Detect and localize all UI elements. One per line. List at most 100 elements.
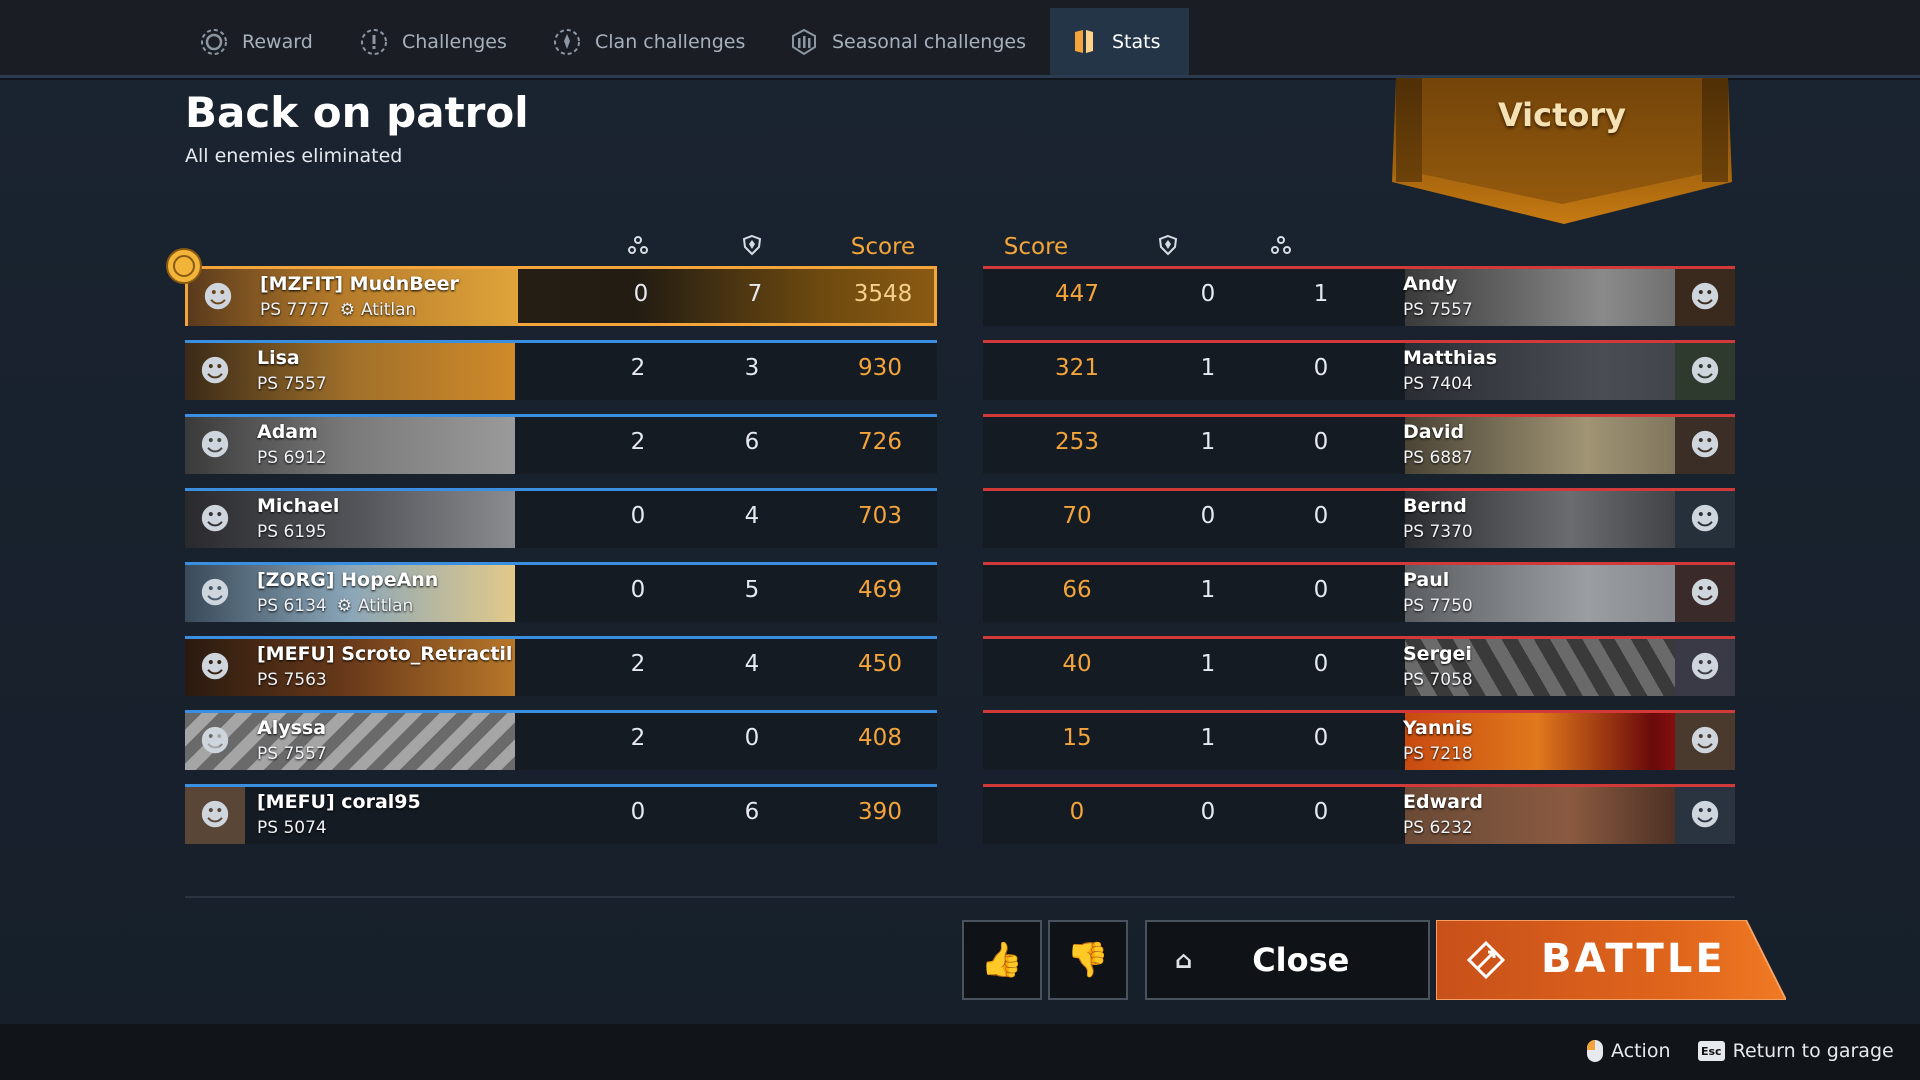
enemy-player-row[interactable]: ☻ 0 0 0 Edward PS 6232 <box>983 784 1735 844</box>
player-name: Edward <box>1403 791 1483 813</box>
kills-value: 0 <box>630 503 646 529</box>
player-rating: PS 7058 <box>1403 670 1473 690</box>
ally-player-row[interactable]: ☻ [MZFIT] MudnBeer PS 7777 ⚙ Atitlan 0 7 3… <box>185 266 937 326</box>
assists-value: 4 <box>744 651 760 677</box>
assists-value: 5 <box>744 577 760 603</box>
tab-challenges[interactable]: Challenges <box>340 8 525 75</box>
enemy-player-row[interactable]: ☻ 321 1 0 Matthias PS 7404 <box>983 340 1735 400</box>
enemy-player-row[interactable]: ☻ 66 1 0 Paul PS 7750 <box>983 562 1735 622</box>
score-value: 469 <box>858 577 902 603</box>
victory-banner: Victory <box>1390 78 1734 224</box>
score-header: Score <box>850 234 916 260</box>
thumbs-up-icon: 👍 <box>980 940 1024 980</box>
shield-icon <box>1128 234 1208 264</box>
player-rating: PS 7557 <box>1403 300 1473 320</box>
enemy-player-row[interactable]: ☻ 253 1 0 David PS 6887 <box>983 414 1735 474</box>
like-button[interactable]: 👍 <box>962 920 1042 1000</box>
return-label: Return to garage <box>1732 1040 1894 1062</box>
kills-value: 2 <box>630 355 646 381</box>
assists-value: 4 <box>744 503 760 529</box>
score-value: 450 <box>858 651 902 677</box>
dislike-button[interactable]: 👎 <box>1048 920 1128 1000</box>
gear-icon: ⚙ <box>339 300 355 320</box>
assists-value: 0 <box>744 725 760 751</box>
player-name: [MEFU] coral95 <box>257 791 421 813</box>
enemy-player-row[interactable]: ☻ 15 1 0 Yannis PS 7218 <box>983 710 1735 770</box>
player-name: Adam <box>257 421 318 443</box>
player-name: [MEFU] Scroto_Retractil <box>257 643 513 665</box>
ally-player-row[interactable]: ☻ Adam PS 6912 2 6 726 <box>185 414 937 474</box>
player-rating: PS 6195 <box>257 522 327 542</box>
player-name: Michael <box>257 495 340 517</box>
tab-clan-challenges[interactable]: Clan challenges <box>533 8 763 75</box>
thumbs-down-icon: 👎 <box>1066 940 1110 980</box>
score-value: 40 <box>1062 651 1092 677</box>
player-name: [ZORG] HopeAnn <box>257 569 439 591</box>
close-label: Close <box>1252 941 1350 979</box>
ally-player-row[interactable]: ☻ [MEFU] coral95 PS 5074 0 6 390 <box>185 784 937 844</box>
score-value: 408 <box>858 725 902 751</box>
close-button[interactable]: ⌂ Close <box>1145 920 1430 1000</box>
score-value: 703 <box>858 503 902 529</box>
score-value: 0 <box>1069 799 1085 825</box>
avatar: ☻ <box>199 576 231 611</box>
tab-stats[interactable]: Stats <box>1050 8 1189 75</box>
ally-player-row[interactable]: ☻ [MEFU] Scroto_Retractil PS 7563 2 4 45… <box>185 636 937 696</box>
score-value: 66 <box>1062 577 1092 603</box>
enemy-player-row[interactable]: ☻ 40 1 0 Sergei PS 7058 <box>983 636 1735 696</box>
page-title: Back on patrol <box>185 88 529 137</box>
action-hint[interactable]: Action <box>1587 1040 1671 1062</box>
kills-value: 0 <box>1313 651 1329 677</box>
avatar: ☻ <box>1675 491 1735 548</box>
player-name: Paul <box>1403 569 1450 591</box>
ally-player-row[interactable]: ☻ Alyssa PS 7557 2 0 408 <box>185 710 937 770</box>
kills-value: 0 <box>1313 429 1329 455</box>
kills-icon <box>1241 234 1321 264</box>
footer-hints: Action Esc Return to garage <box>0 1024 1920 1080</box>
clan-name: Atitlan <box>357 596 414 616</box>
player-name: [MZFIT] MudnBeer <box>260 273 459 295</box>
kills-value: 0 <box>1313 799 1329 825</box>
kills-value: 0 <box>1313 355 1329 381</box>
assists-value: 6 <box>744 429 760 455</box>
tab-label: Seasonal challenges <box>832 30 1026 53</box>
player-rating: PS 6912 <box>257 448 327 468</box>
avatar: ☻ <box>1675 269 1735 326</box>
assists-value: 0 <box>1200 281 1216 307</box>
enemy-player-row[interactable]: ☻ 447 0 1 Andy PS 7557 <box>983 266 1735 326</box>
player-name: Matthias <box>1403 347 1498 369</box>
challenges-icon <box>358 26 390 58</box>
assists-value: 0 <box>1200 503 1216 529</box>
avatar: ☻ <box>1675 713 1735 770</box>
result-label: Victory <box>1497 96 1627 134</box>
tab-label: Reward <box>242 30 313 53</box>
player-name: Andy <box>1403 273 1458 295</box>
kills-value: 2 <box>630 429 646 455</box>
assists-value: 1 <box>1200 355 1216 381</box>
return-to-garage-hint[interactable]: Esc Return to garage <box>1698 1040 1894 1062</box>
top-nav: Reward Challenges Clan challenges Season… <box>0 0 1920 78</box>
avatar: ☻ <box>199 354 231 389</box>
mvp-medal-icon <box>164 246 204 286</box>
shield-icon <box>712 234 792 264</box>
player-name: Bernd <box>1403 495 1467 517</box>
battle-button[interactable]: BATTLE <box>1436 920 1786 1000</box>
ally-player-row[interactable]: ☻ Michael PS 6195 0 4 703 <box>185 488 937 548</box>
player-name: Lisa <box>257 347 300 369</box>
tab-reward[interactable]: Reward <box>180 8 331 75</box>
assists-value: 1 <box>1200 429 1216 455</box>
kills-value: 2 <box>630 725 646 751</box>
action-label: Action <box>1611 1040 1671 1062</box>
assists-value: 1 <box>1200 725 1216 751</box>
tab-seasonal-challenges[interactable]: Seasonal challenges <box>770 8 1044 75</box>
ally-player-row[interactable]: ☻ [ZORG] HopeAnn PS 6134 ⚙ Atitlan 0 5 469 <box>185 562 937 622</box>
ally-player-row[interactable]: ☻ Lisa PS 7557 2 3 930 <box>185 340 937 400</box>
kills-value: 0 <box>630 577 646 603</box>
enemy-player-row[interactable]: ☻ 70 0 0 Bernd PS 7370 <box>983 488 1735 548</box>
avatar: ☻ <box>199 650 231 685</box>
avatar: ☻ <box>1675 343 1735 400</box>
score-value: 726 <box>858 429 902 455</box>
clan-challenges-icon <box>551 26 583 58</box>
assists-value: 7 <box>747 281 763 307</box>
tab-label: Clan challenges <box>595 30 746 53</box>
